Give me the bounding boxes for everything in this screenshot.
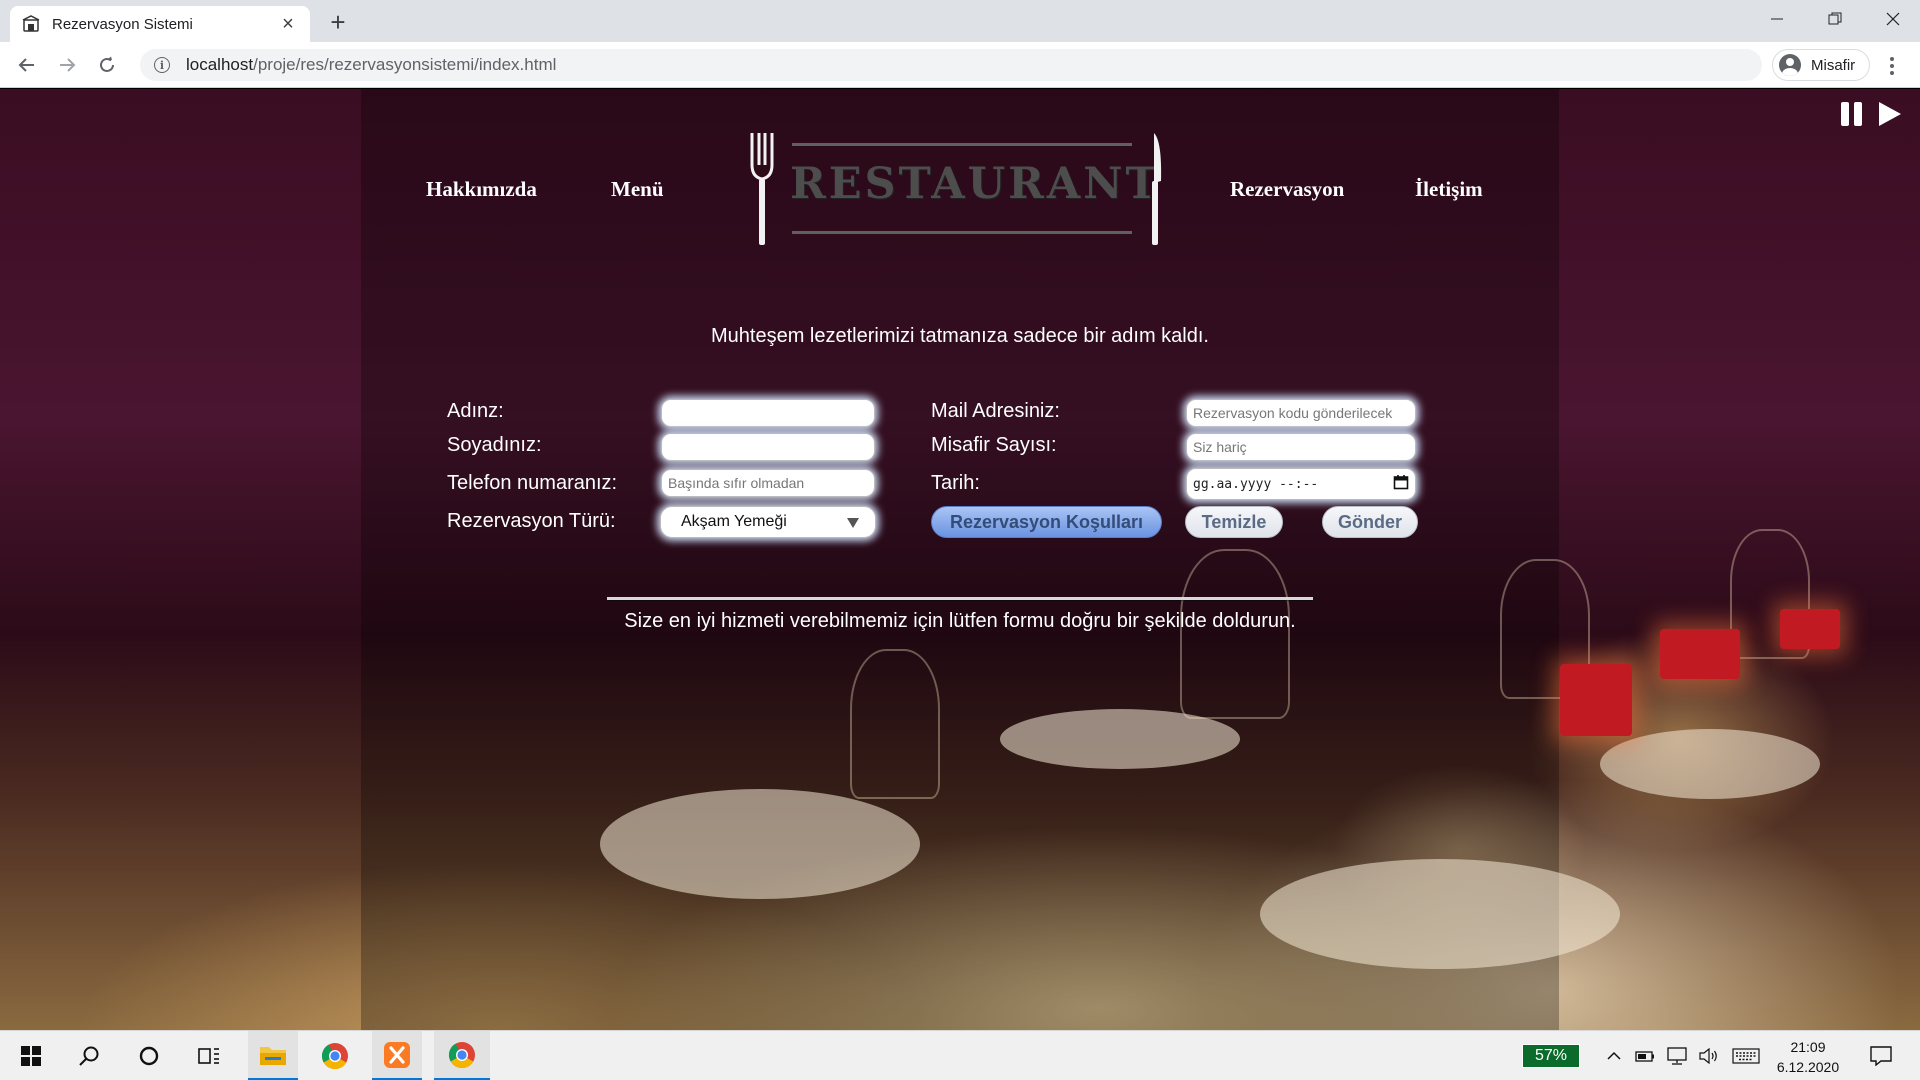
- browser-tabbar: Rezervasyon Sistemi × +: [0, 0, 1920, 42]
- name-label: Adınz:: [447, 400, 504, 422]
- windows-taskbar: 57% 21:09 6.12.2020: [0, 1030, 1920, 1080]
- restore-button[interactable]: [1806, 0, 1864, 38]
- battery-percentage[interactable]: 57%: [1522, 1044, 1580, 1068]
- address-bar[interactable]: i localhost/proje/res/rezervasyonsistemi…: [140, 49, 1762, 81]
- clock[interactable]: 21:09 6.12.2020: [1760, 1037, 1856, 1077]
- keyboard-icon[interactable]: [1728, 1031, 1764, 1080]
- mail-label: Mail Adresiniz:: [931, 400, 1060, 422]
- dropdown-arrow-icon: [847, 518, 859, 528]
- restaurant-page: Hakkımızda Menü Rezervasyon İletişim RES…: [0, 89, 1920, 1030]
- reservation-type-label: Rezervasyon Türü:: [447, 510, 616, 532]
- task-view-icon[interactable]: [184, 1031, 234, 1080]
- notification-icon[interactable]: [1856, 1031, 1906, 1080]
- restaurant-favicon-icon: [22, 15, 40, 33]
- reservation-terms-button[interactable]: Rezervasyon Koşulları: [931, 506, 1162, 538]
- file-explorer-icon[interactable]: [248, 1031, 298, 1080]
- wine-glass-decoration: [1180, 549, 1290, 719]
- phone-input[interactable]: Başında sıfır olmadan: [661, 469, 875, 497]
- surname-label: Soyadınız:: [447, 434, 542, 456]
- guests-label: Misafir Sayısı:: [931, 434, 1057, 456]
- forward-icon[interactable]: [50, 48, 84, 82]
- browser-tab[interactable]: Rezervasyon Sistemi ×: [10, 6, 310, 42]
- plate-decoration: [1260, 859, 1620, 969]
- play-icon[interactable]: [1876, 99, 1904, 129]
- candle-decoration: [1660, 629, 1740, 679]
- nav-contact[interactable]: İletişim: [1415, 177, 1483, 202]
- volume-icon[interactable]: [1694, 1031, 1724, 1080]
- plate-decoration: [600, 789, 920, 899]
- date-placeholder: gg.aa.yyyy --:--: [1193, 476, 1319, 492]
- nav-reservation[interactable]: Rezervasyon: [1230, 177, 1344, 202]
- chrome-active-icon[interactable]: [434, 1031, 490, 1080]
- battery-icon[interactable]: [1630, 1031, 1660, 1080]
- cortana-icon[interactable]: [124, 1031, 174, 1080]
- show-hidden-icons-chevron-icon[interactable]: [1600, 1031, 1628, 1080]
- new-tab-button[interactable]: +: [324, 8, 352, 36]
- browser-toolbar: i localhost/proje/res/rezervasyonsistemi…: [0, 42, 1920, 88]
- submit-button[interactable]: Gönder: [1322, 506, 1418, 538]
- clock-time: 21:09: [1790, 1039, 1826, 1055]
- date-input[interactable]: gg.aa.yyyy --:--: [1186, 468, 1416, 500]
- knife-icon: [1144, 131, 1166, 252]
- tab-close-icon[interactable]: ×: [278, 14, 298, 34]
- logo-rule-top: [792, 143, 1132, 146]
- reservation-type-select[interactable]: Akşam Yemeği: [660, 506, 876, 538]
- mail-input[interactable]: Rezervasyon kodu gönderilecek: [1186, 399, 1416, 427]
- fork-icon: [748, 131, 776, 252]
- calendar-icon[interactable]: [1393, 474, 1409, 494]
- profile-name: Misafir: [1811, 56, 1856, 74]
- surname-input[interactable]: [661, 433, 875, 461]
- info-icon[interactable]: i: [154, 57, 170, 73]
- profile-button[interactable]: Misafir: [1772, 49, 1870, 81]
- plate-decoration: [1600, 729, 1820, 799]
- clock-date: 6.12.2020: [1776, 1059, 1840, 1075]
- reservation-type-value: Akşam Yemeği: [681, 513, 787, 530]
- nav-menu[interactable]: Menü: [611, 177, 664, 202]
- logo-rule-bottom: [792, 231, 1132, 234]
- search-icon[interactable]: [64, 1031, 114, 1080]
- footer-note: Size en iyi hizmeti verebilmemiz için lü…: [624, 610, 1296, 632]
- browser-menu-icon[interactable]: [1882, 54, 1902, 78]
- name-input[interactable]: [661, 399, 875, 427]
- url-text: localhost/proje/res/rezervasyonsistemi/i…: [186, 55, 557, 74]
- phone-label: Telefon numaranız:: [447, 472, 618, 494]
- xampp-icon[interactable]: [372, 1031, 422, 1080]
- network-icon[interactable]: [1662, 1031, 1692, 1080]
- clear-button[interactable]: Temizle: [1185, 506, 1283, 538]
- candle-decoration: [1560, 664, 1632, 736]
- divider: [607, 597, 1313, 600]
- windows-start-icon[interactable]: [6, 1031, 56, 1080]
- guests-input[interactable]: Siz hariç: [1186, 433, 1416, 461]
- nav-about[interactable]: Hakkımızda: [426, 177, 537, 202]
- guest-avatar-icon: [1779, 54, 1801, 76]
- wine-glass-decoration: [850, 649, 940, 799]
- back-icon[interactable]: [10, 48, 44, 82]
- chrome-icon[interactable]: [310, 1031, 360, 1080]
- reload-icon[interactable]: [90, 48, 124, 82]
- logo-text: RESTAURANT: [790, 159, 1161, 209]
- intro-text: Muhteşem lezetlerimizi tatmanıza sadece …: [711, 325, 1209, 347]
- close-window-button[interactable]: [1864, 0, 1920, 38]
- restaurant-logo[interactable]: RESTAURANT: [748, 131, 1166, 247]
- minimize-button[interactable]: [1748, 0, 1806, 38]
- tab-title: Rezervasyon Sistemi: [52, 15, 193, 33]
- pause-icon[interactable]: [1838, 99, 1866, 129]
- date-label: Tarih:: [931, 472, 980, 494]
